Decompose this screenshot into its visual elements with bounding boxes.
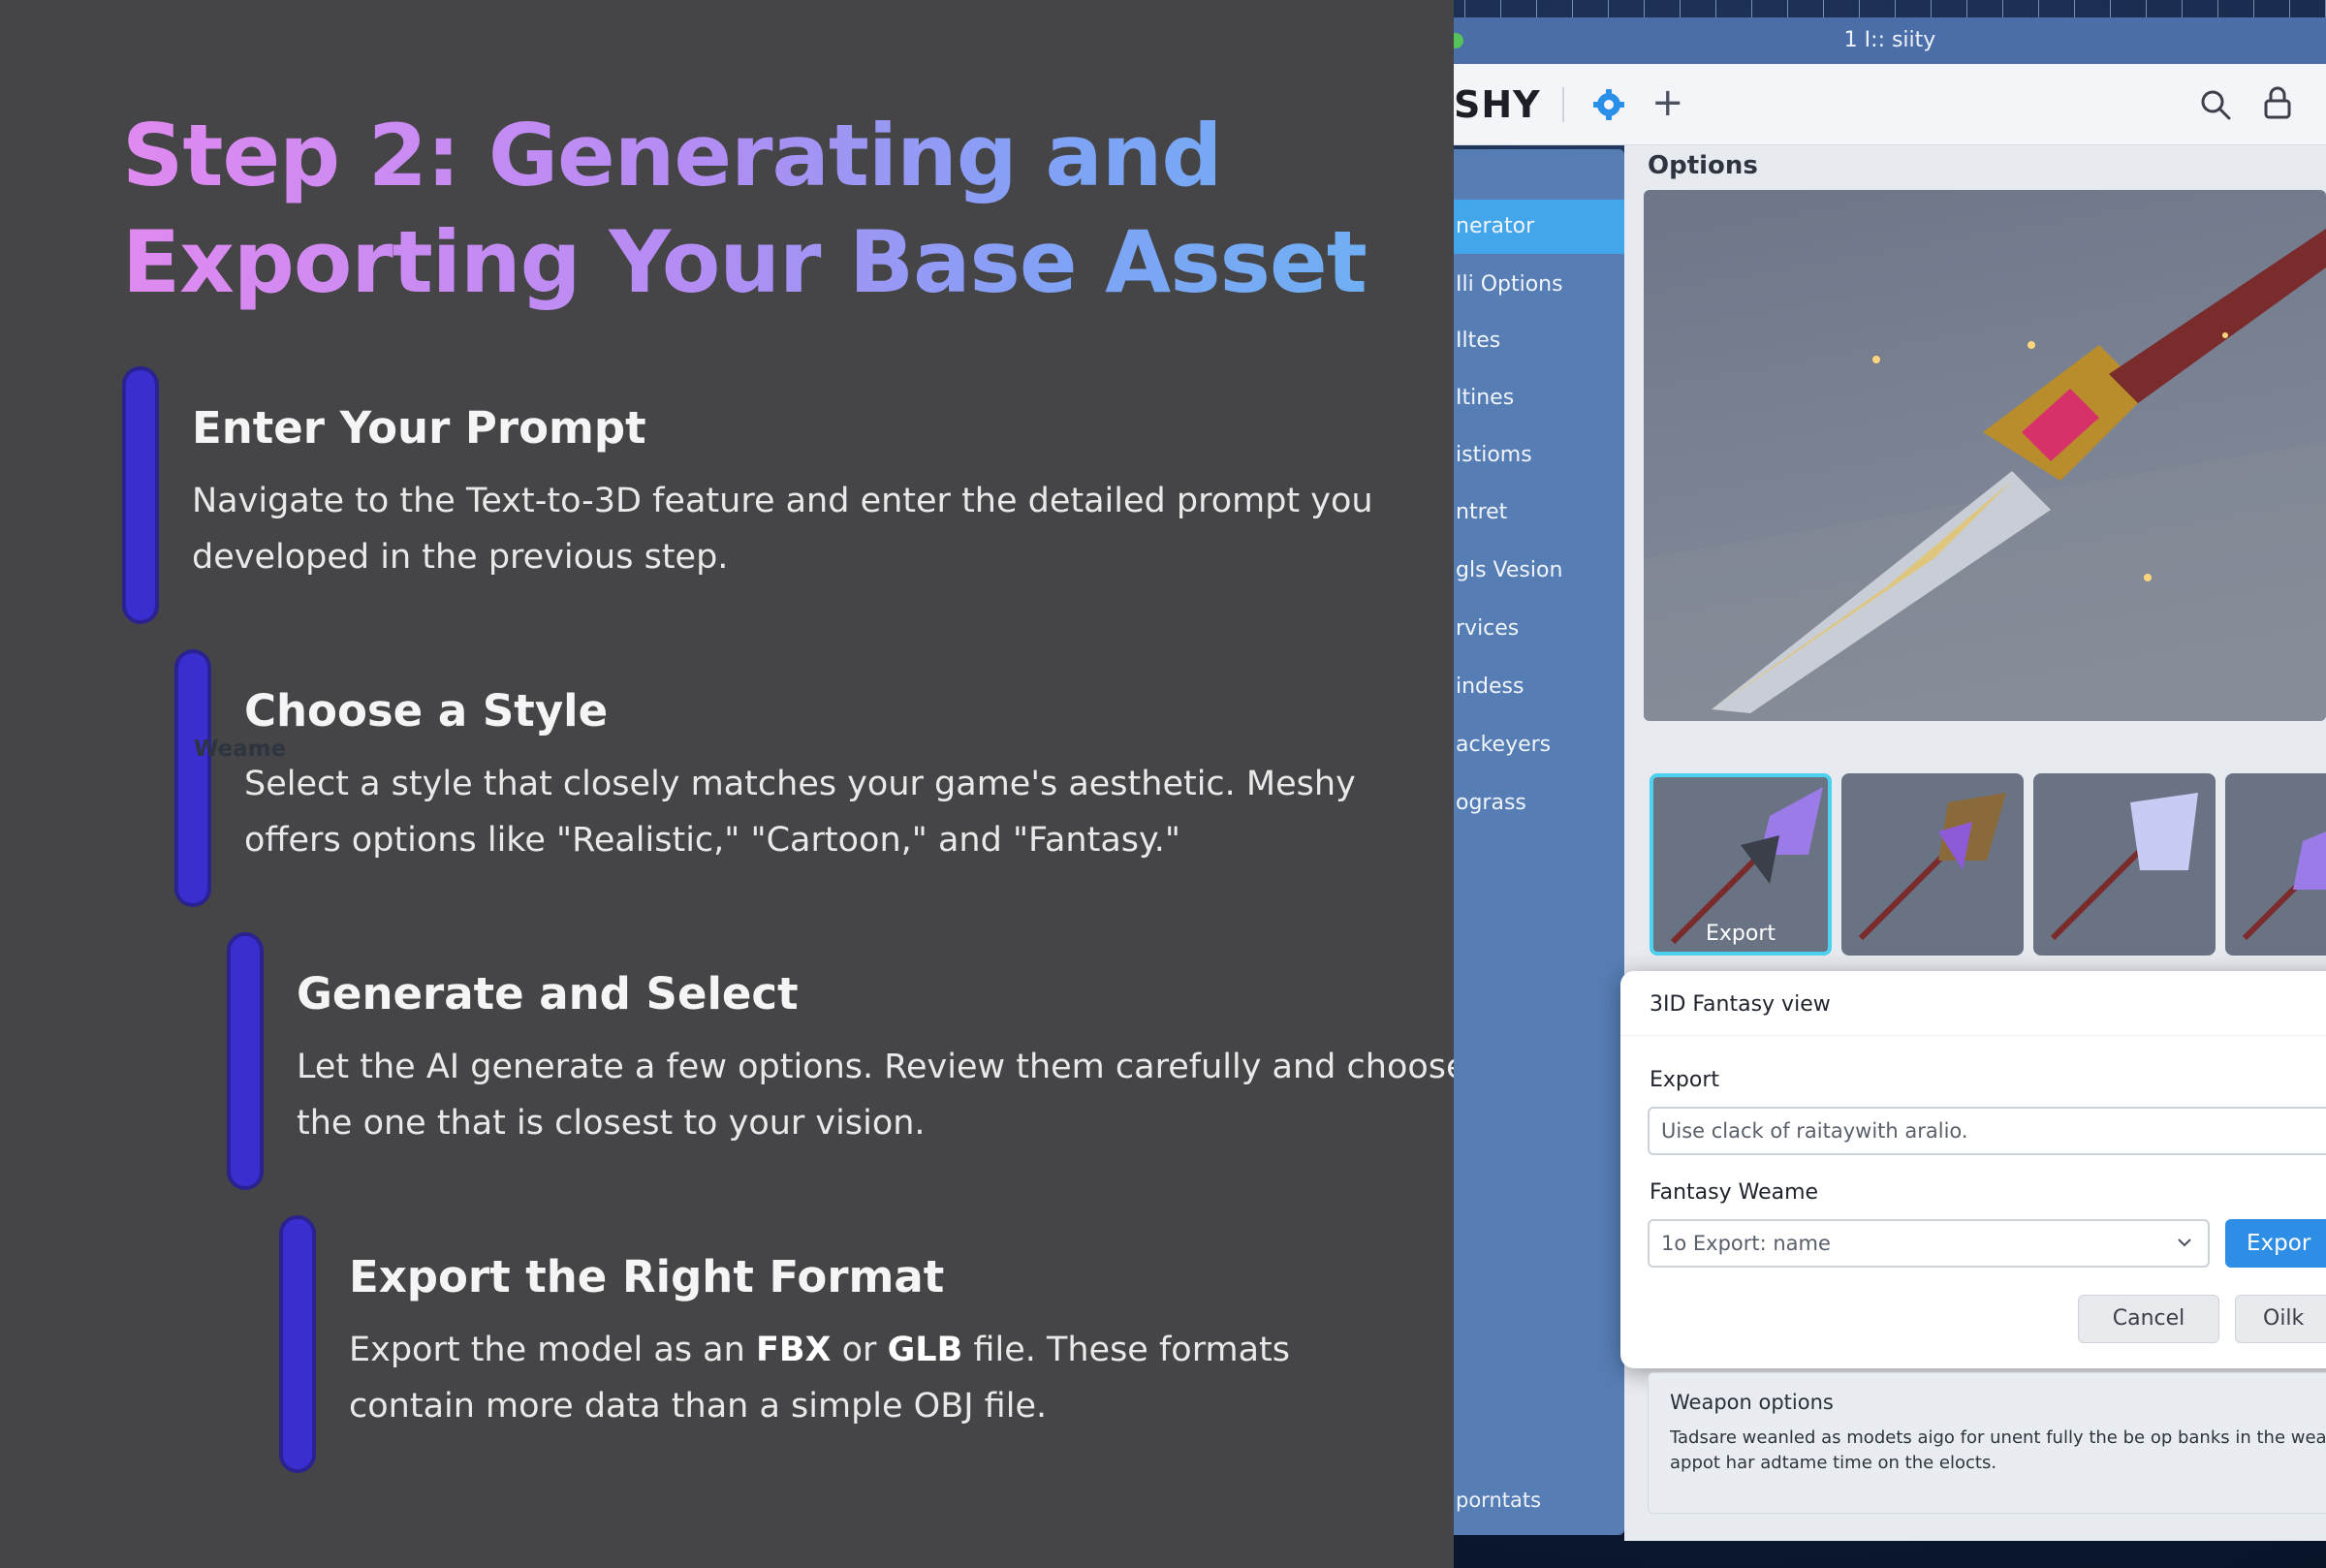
step-body-text: or (831, 1331, 888, 1369)
step-accent-bar (174, 649, 211, 907)
starfield-background (1454, 0, 2326, 19)
app-header: SHY + (1454, 64, 2326, 145)
dialog-title: 3ID Fantasy view (1650, 992, 1831, 1017)
weapon-options-box: Weapon options Tadsare weanled as modets… (1648, 1372, 2326, 1514)
export-button[interactable]: Expor (2225, 1219, 2326, 1268)
weapon-options-text: Tadsare weanled as modets aigo for unent… (1670, 1426, 2326, 1476)
sidebar-item[interactable]: Itines (1454, 371, 1624, 425)
search-icon[interactable] (2198, 87, 2233, 122)
format-fbx: FBX (755, 1331, 832, 1369)
sidebar-item[interactable]: istioms (1454, 428, 1624, 483)
step-title: Export the Right Format (349, 1251, 945, 1302)
sword-model-icon (1644, 229, 2326, 721)
step-body: Select a style that closely matches your… (244, 765, 1356, 860)
sidebar-item[interactable]: indess (1454, 660, 1624, 714)
sidebar-item[interactable]: rvices (1454, 602, 1624, 656)
sidebar-item[interactable]: Ili Options (1454, 258, 1624, 312)
variants-heading: Weame (194, 737, 287, 762)
lock-icon[interactable] (2262, 85, 2293, 120)
model-viewport[interactable] (1644, 190, 2326, 721)
variant-thumbnail-selected[interactable]: Export (1650, 773, 1832, 956)
axe-icon (2242, 831, 2326, 941)
sidebar-item[interactable]: ackeyers (1454, 718, 1624, 772)
gear-icon[interactable] (1593, 89, 1624, 120)
sidebar: nerator Ili Options Iltes Itines istioms… (1454, 149, 1624, 1535)
variant-thumbnail[interactable] (1841, 773, 2024, 956)
chevron-down-icon (2178, 1239, 2191, 1247)
axe-icon (1858, 793, 2006, 941)
export-name-select[interactable]: 1o Export: name (1648, 1219, 2210, 1268)
fantasy-field-label: Fantasy Weame (1650, 1180, 1819, 1205)
export-dialog: 3ID Fantasy view Export Uise clack of ra… (1620, 971, 2326, 1368)
sidebar-item[interactable]: gls Vesion (1454, 544, 1624, 598)
sidebar-item[interactable]: ograss (1454, 776, 1624, 831)
slide-title: Step 2: Generating and Exporting Your Ba… (122, 103, 1382, 316)
export-input[interactable]: Uise clack of raitaywith aralio. (1648, 1107, 2326, 1155)
weapon-options-line: appot har adtame time on the elocts. (1670, 1453, 1997, 1473)
step-accent-bar (227, 932, 264, 1190)
step-body: Navigate to the Text-to-3D feature and e… (192, 482, 1373, 577)
step-accent-bar (122, 366, 159, 624)
weapon-options-title: Weapon options (1670, 1391, 1834, 1414)
header-divider (1562, 87, 1564, 122)
window-titlebar: 1 I:: siity (1454, 17, 2326, 64)
dialog-divider (1620, 1035, 2326, 1036)
step-body-text: Export the model as an (349, 1331, 756, 1369)
add-icon[interactable]: + (1651, 83, 1684, 122)
select-value: 1o Export: name (1661, 1232, 1831, 1255)
options-heading: Options (1648, 151, 1758, 180)
sidebar-item[interactable]: Iltes (1454, 314, 1624, 368)
axe-icon (2050, 793, 2198, 941)
sidebar-item-contacts[interactable]: porntats (1456, 1489, 1541, 1512)
variant-thumbnail[interactable] (2033, 773, 2216, 956)
weapon-options-line: Tadsare weanled as modets aigo for unent… (1670, 1427, 2326, 1448)
slide-title-line2: Exporting Your Base Asset (122, 212, 1367, 312)
cancel-button[interactable]: Cancel (2078, 1295, 2219, 1343)
window-maximize-button[interactable] (1454, 33, 1463, 48)
variant-thumbnail[interactable] (2225, 773, 2326, 956)
step-title: Choose a Style (244, 685, 609, 737)
ok-button[interactable]: Oilk (2235, 1295, 2326, 1343)
sidebar-item-generator[interactable]: nerator (1454, 200, 1624, 254)
step-accent-bar (279, 1215, 316, 1473)
step-title: Generate and Select (297, 968, 799, 1019)
slide-panel: Step 2: Generating and Exporting Your Ba… (0, 0, 1467, 1568)
export-field-label: Export (1650, 1068, 1720, 1092)
step-body: Export the model as an FBX or GLB file. … (349, 1322, 1367, 1434)
window-title: 1 I:: siity (1843, 28, 1936, 52)
sidebar-item[interactable]: ntret (1454, 486, 1624, 540)
step-title: Enter Your Prompt (192, 402, 646, 454)
step-body: Let the AI generate a few options. Revie… (297, 1048, 1467, 1143)
app-logo[interactable]: SHY (1454, 83, 1541, 126)
thumbnail-export-label: Export (1705, 922, 1776, 946)
format-glb: GLB (887, 1331, 963, 1369)
slide-title-line1: Step 2: Generating and (122, 106, 1222, 205)
